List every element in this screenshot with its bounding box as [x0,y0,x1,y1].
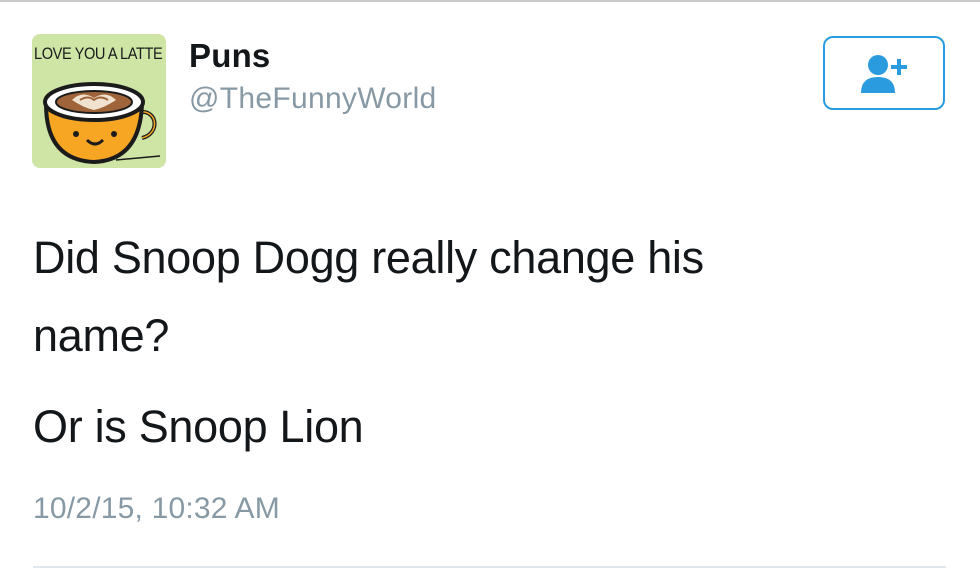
bottom-divider [33,566,946,568]
tweet-text-line: Did Snoop Dogg really change his [33,232,704,283]
tweet-timestamp[interactable]: 10/2/15, 10:32 AM [33,492,280,526]
follow-button[interactable] [823,36,945,110]
top-divider [0,0,980,2]
avatar-caption: LOVE YOU A LATTE [34,44,163,63]
user-display-name[interactable]: Puns [189,37,270,75]
add-user-icon [861,55,907,93]
tweet-text-line: name? [33,310,170,361]
user-handle[interactable]: @TheFunnyWorld [189,82,437,116]
avatar[interactable]: LOVE YOU A LATTE [32,34,166,168]
tweet-text-line: Or is Snoop Lion [33,401,364,452]
